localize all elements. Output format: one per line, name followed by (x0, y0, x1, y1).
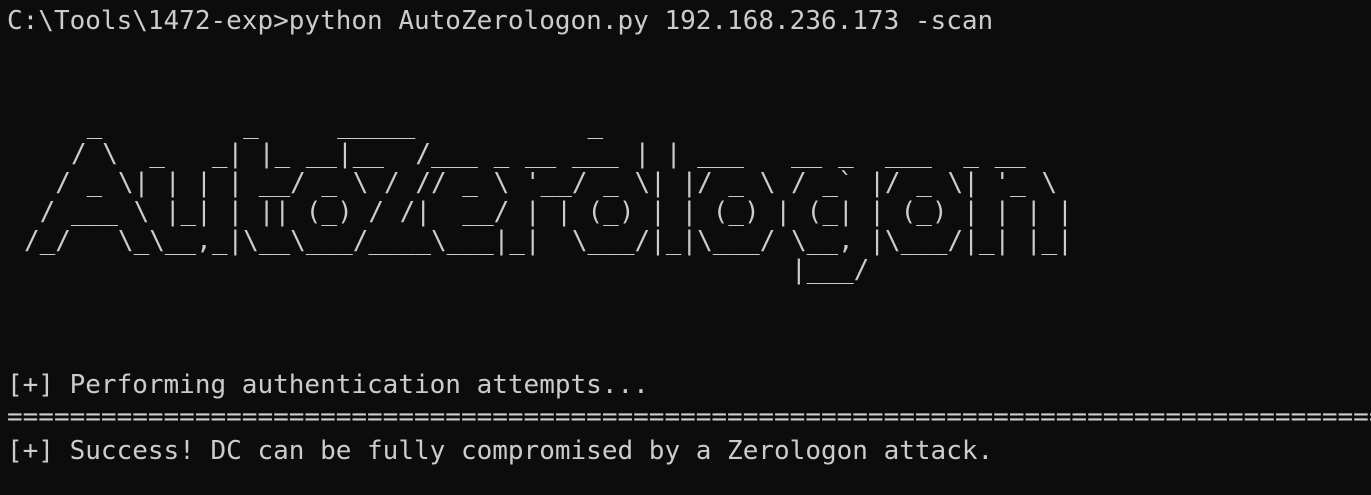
separator-line: ========================================… (7, 402, 1371, 432)
terminal-window[interactable]: C:\Tools\1472-exp>python AutoZerologon.p… (0, 0, 1371, 495)
status-attempts-line: [+] Performing authentication attempts..… (7, 370, 649, 400)
status-success-line: [+] Success! DC can be fully compromised… (7, 436, 994, 466)
ascii-banner: _ _ _____ _ / \ _ _| |_ __|__ /___ _ __ … (24, 110, 1073, 285)
command-prompt-line: C:\Tools\1472-exp>python AutoZerologon.p… (7, 6, 994, 36)
